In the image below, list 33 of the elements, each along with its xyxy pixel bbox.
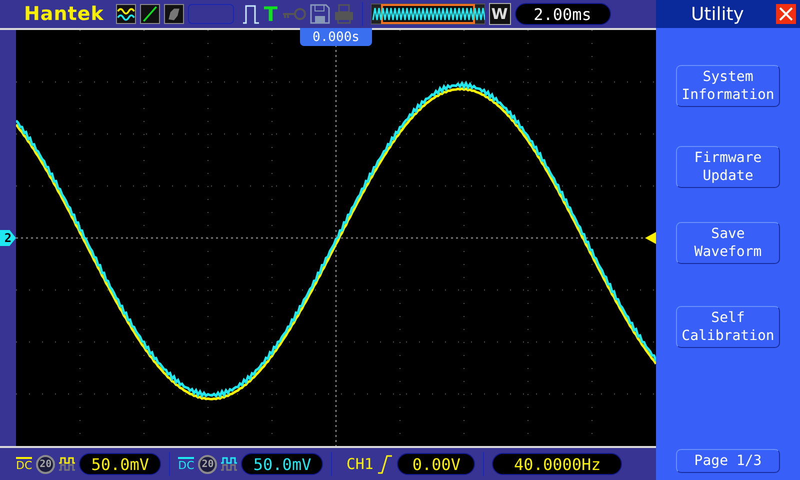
save-icon [310,4,330,24]
menu-title: Utility [691,4,744,24]
square-wave-icon [221,457,238,471]
channel-marker: 2 [0,230,16,246]
page-button[interactable]: Page 1/3 [676,449,780,473]
bandwidth-limit-label: 20 [198,454,218,474]
square-wave-icon [59,457,76,471]
frequency-value: 40.0000Hz [492,453,622,475]
volts-per-div-value: 50.0mV [241,453,324,475]
volts-per-div-value: 50.0mV [79,453,162,475]
coupling-label: DC [16,457,32,471]
menu-button[interactable]: Self Calibration [676,306,780,348]
trigger-type-label: T [264,2,278,26]
bandwidth-limit-label: 20 [36,454,56,474]
coupling-label: DC [178,457,194,471]
menu-button[interactable]: Firmware Update [676,146,780,188]
window-mark[interactable]: W [488,3,511,25]
trigger-level-value: 0.00V [397,453,476,475]
menu-button[interactable]: System Information [676,65,780,107]
rising-edge-icon [377,454,394,474]
trigger-position-label: 0.000s [300,28,372,46]
key-icon [282,7,306,21]
line-icon[interactable] [140,4,160,24]
timebase-value: 2.00ms [514,3,611,25]
memory-waveform-icon[interactable] [370,3,485,25]
close-button[interactable] [776,4,796,24]
trigger-source-label: CH1 [346,455,374,473]
pulse-icon [242,3,260,25]
printer-icon [334,4,354,24]
brand-logo: Hantek [24,3,104,25]
status-box [188,4,234,24]
menu-button[interactable]: Save Waveform [676,222,780,264]
channels-wave-icon[interactable] [116,4,136,24]
